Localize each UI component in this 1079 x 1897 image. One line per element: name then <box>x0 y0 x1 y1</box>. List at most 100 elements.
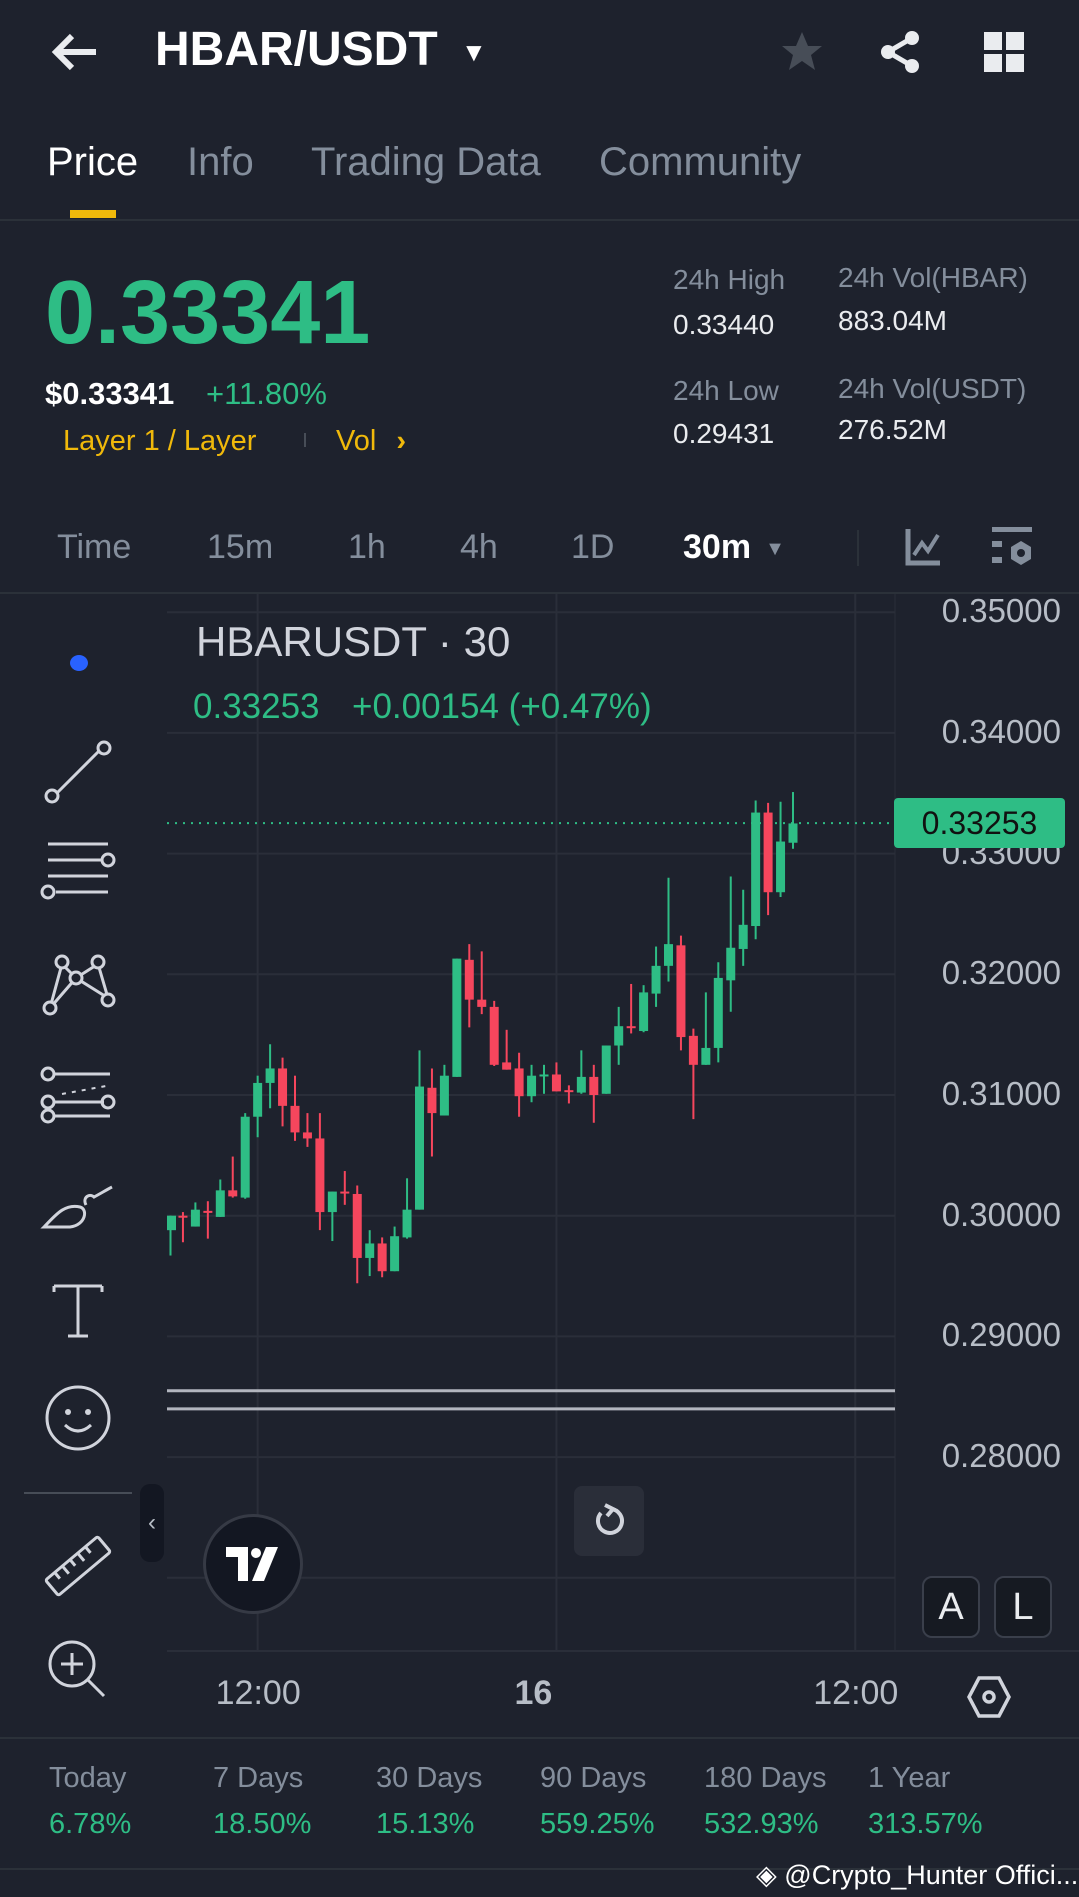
candle <box>776 801 786 898</box>
candle <box>651 946 661 1007</box>
grid-icon <box>984 32 1024 72</box>
candle <box>452 958 462 1077</box>
candle <box>514 1052 524 1117</box>
candle-body <box>788 823 798 843</box>
candle-body <box>664 944 673 966</box>
candle-body <box>265 1068 275 1083</box>
candle-body <box>439 1075 449 1116</box>
layout-button[interactable] <box>982 30 1026 79</box>
performance-value: 532.93% <box>704 1808 819 1840</box>
indicator-chart-icon <box>905 529 940 566</box>
candle <box>788 792 798 849</box>
candle-body <box>203 1210 213 1213</box>
trend-line-tool[interactable] <box>38 732 118 812</box>
candle-body <box>340 1191 350 1194</box>
category-link[interactable]: Layer 1 / Layer <box>63 425 256 458</box>
brush-tool[interactable] <box>38 1165 118 1245</box>
performance-value: 15.13% <box>376 1808 475 1840</box>
candle-body <box>190 1209 200 1227</box>
candle <box>601 1045 611 1094</box>
last-price-label: 0.33253 <box>894 798 1065 848</box>
cursor-tool-dot[interactable] <box>70 655 88 671</box>
candle-body <box>676 945 686 1038</box>
text-icon <box>52 1284 104 1338</box>
timeframe-30m-selector[interactable]: 30m ▼ <box>683 528 785 567</box>
back-button[interactable] <box>48 30 104 74</box>
divider <box>0 219 1079 221</box>
change-percent: +11.80% <box>206 376 327 411</box>
price-axis-label: 0.28000 <box>941 1437 1061 1475</box>
favorite-button[interactable] <box>778 28 826 81</box>
candle <box>539 1064 549 1094</box>
zoom-in-tool[interactable] <box>38 1630 118 1710</box>
vol-label: Vol <box>336 425 377 457</box>
performance-label: 90 Days <box>540 1762 647 1794</box>
candle-body <box>738 924 748 949</box>
timeframe-1h[interactable]: 1h <box>348 528 386 567</box>
pair-selector[interactable]: HBAR/USDT ▼ <box>155 22 487 77</box>
timeframe-1d[interactable]: 1D <box>571 528 614 567</box>
candle <box>365 1230 375 1277</box>
candle-body <box>315 1138 325 1213</box>
candle <box>203 1201 213 1239</box>
horizontal-lines-tool[interactable] <box>38 830 118 910</box>
performance-label: 180 Days <box>704 1762 827 1794</box>
candle <box>415 1050 424 1210</box>
candle <box>427 1068 437 1157</box>
candle-body <box>751 812 761 927</box>
stat-value-high: 0.33440 <box>673 309 775 340</box>
candle-body <box>228 1190 238 1197</box>
stat-label-high: 24h High <box>673 264 786 295</box>
chevron-left-icon: ‹ <box>148 1509 156 1536</box>
tab-community[interactable]: Community <box>599 140 801 185</box>
reset-chart-button[interactable] <box>574 1486 644 1556</box>
candlestick-chart[interactable] <box>0 594 1079 1738</box>
candle-body <box>390 1236 400 1272</box>
share-button[interactable] <box>876 28 924 81</box>
fib-retracement-icon <box>40 1066 116 1124</box>
vol-link[interactable]: Vol › <box>336 425 406 458</box>
price-axis-label: 0.32000 <box>941 954 1061 992</box>
tradingview-logo[interactable] <box>203 1514 303 1614</box>
stat-value-vol-hbar: 883.04M <box>838 305 947 336</box>
text-tool[interactable] <box>38 1270 118 1350</box>
candle <box>178 1212 188 1243</box>
candle-body <box>290 1105 300 1133</box>
last-price: 0.33341 <box>45 263 371 363</box>
candle <box>614 1006 624 1065</box>
candle-body <box>539 1074 549 1077</box>
timeframe-30m: 30m <box>683 528 752 566</box>
candle <box>278 1057 288 1127</box>
log-scale-button[interactable]: L <box>994 1576 1052 1638</box>
timeframe-time[interactable]: Time <box>57 528 131 567</box>
candle-body <box>576 1076 586 1093</box>
horizontal-lines-icon <box>40 842 116 900</box>
timeframe-4h[interactable]: 4h <box>460 528 498 567</box>
price-axis-label: 0.35000 <box>941 592 1061 630</box>
tab-price[interactable]: Price <box>47 140 138 185</box>
time-axis-settings-button[interactable] <box>966 1674 1012 1725</box>
measure-tool[interactable] <box>38 1526 118 1606</box>
indicators-button[interactable] <box>904 527 942 572</box>
candle-body <box>589 1076 599 1095</box>
collapse-toolbar-button[interactable]: ‹ <box>140 1484 164 1562</box>
candle <box>240 1113 250 1199</box>
emoji-tool[interactable] <box>38 1378 118 1458</box>
chart-settings-icon <box>992 527 1032 565</box>
tab-trading-data[interactable]: Trading Data <box>311 140 541 185</box>
auto-scale-button[interactable]: A <box>922 1576 980 1638</box>
pattern-tool[interactable] <box>38 944 118 1024</box>
performance-label: Today <box>49 1762 127 1794</box>
candle <box>340 1171 350 1205</box>
timeframe-15m[interactable]: 15m <box>207 528 273 567</box>
performance-value: 313.57% <box>868 1808 983 1840</box>
stat-label-vol-hbar: 24h Vol(HBAR) <box>838 262 1028 293</box>
candle-body <box>365 1243 375 1258</box>
candle-body <box>763 812 773 893</box>
fib-tool[interactable] <box>38 1056 118 1136</box>
candle-body <box>776 841 786 893</box>
chart-settings-button[interactable] <box>990 525 1034 574</box>
tab-info[interactable]: Info <box>187 140 254 185</box>
candle-body <box>352 1193 362 1258</box>
candle <box>215 1179 225 1217</box>
